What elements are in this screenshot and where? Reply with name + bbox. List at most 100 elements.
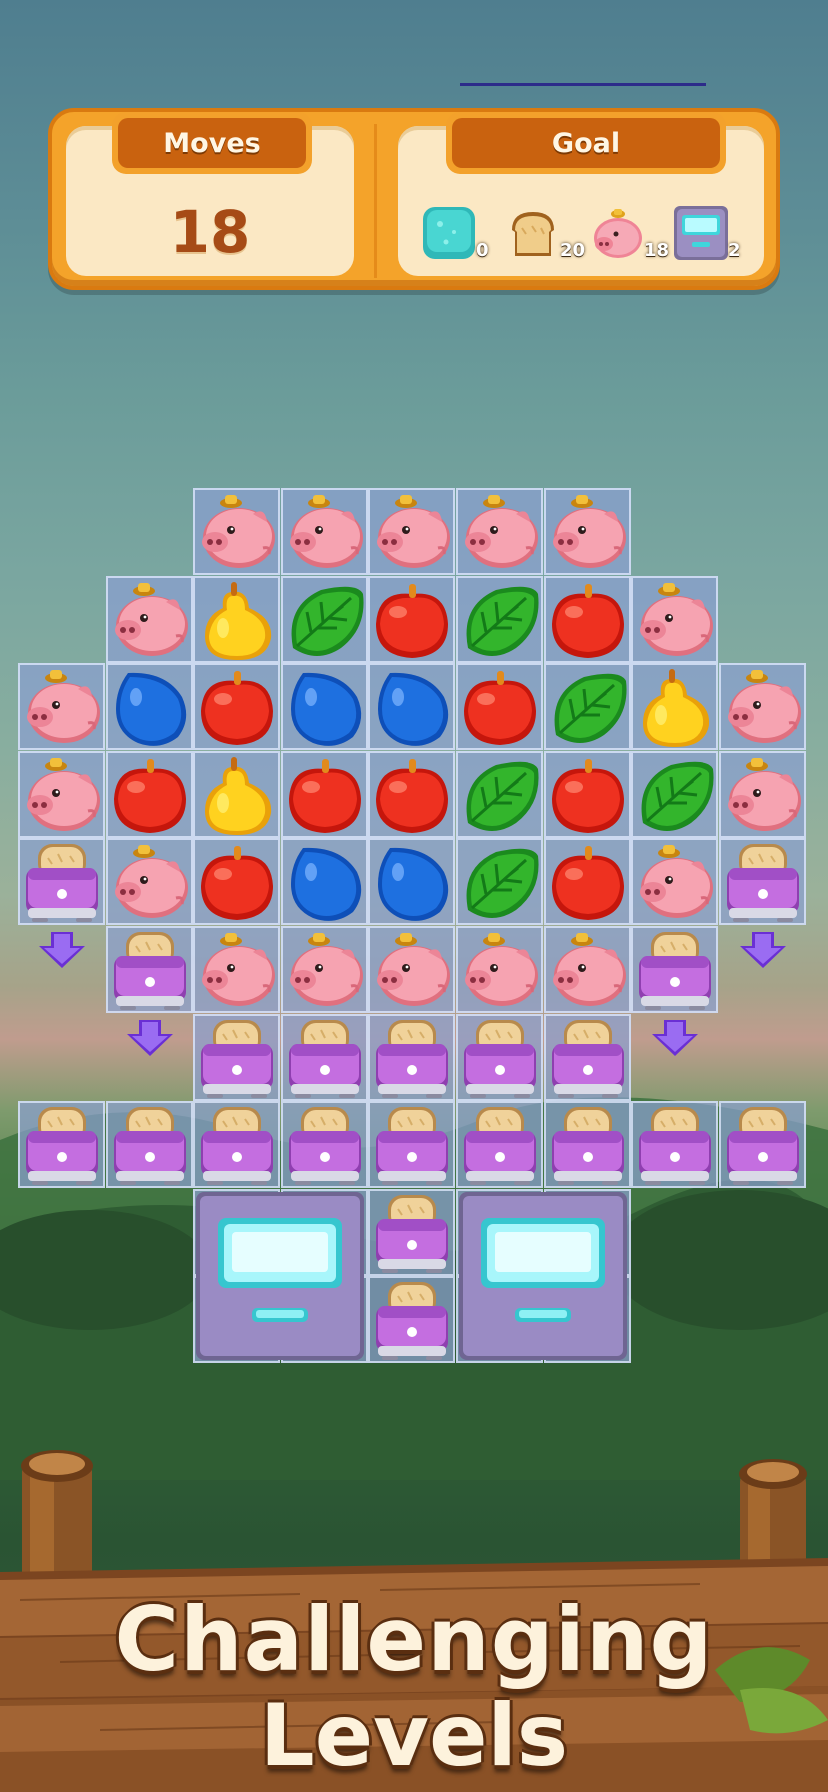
pig-tile[interactable]: [18, 663, 106, 751]
pig-tile[interactable]: [193, 488, 281, 576]
pig-icon: [552, 495, 626, 568]
apple-tile[interactable]: [193, 838, 281, 926]
toaster-tile[interactable]: [368, 1189, 456, 1277]
pig-icon: [377, 495, 451, 568]
apple-tile[interactable]: [106, 751, 194, 839]
pig-tile[interactable]: [281, 488, 369, 576]
pig-tile[interactable]: [456, 488, 544, 576]
apple-icon: [376, 758, 449, 833]
pig-icon: [114, 582, 188, 656]
drop-icon: [115, 673, 186, 747]
pig-tile[interactable]: [544, 926, 632, 1014]
pig-tile[interactable]: [368, 488, 456, 576]
toaster-tile[interactable]: [106, 1101, 194, 1189]
toaster-tile[interactable]: [193, 1014, 281, 1102]
toaster-icon: [26, 844, 98, 923]
leaf-icon: [641, 761, 714, 831]
leaf-tile[interactable]: [456, 751, 544, 839]
pig-tile[interactable]: [719, 663, 807, 751]
toaster-tile[interactable]: [281, 1101, 369, 1189]
toaster-tile[interactable]: [106, 926, 194, 1014]
toaster-tile[interactable]: [719, 1101, 807, 1189]
pear-icon: [205, 581, 272, 660]
toaster-icon: [376, 1019, 449, 1098]
pig-tile[interactable]: [544, 488, 632, 576]
toaster-tile[interactable]: [456, 1101, 544, 1189]
banner-title-line1: Challenging: [114, 1588, 714, 1691]
toaster-tile[interactable]: [281, 1014, 369, 1102]
toaster-icon: [639, 1107, 712, 1186]
toaster-icon: [464, 1019, 536, 1098]
toaster-icon: [201, 1107, 274, 1186]
leaf-tile[interactable]: [281, 576, 369, 664]
drop-tile[interactable]: [281, 838, 369, 926]
pig-tile[interactable]: [631, 576, 719, 664]
leaf-icon: [291, 586, 364, 656]
apple-icon: [551, 758, 624, 833]
pear-icon: [643, 669, 710, 748]
drop-tile[interactable]: [368, 663, 456, 751]
apple-tile[interactable]: [456, 663, 544, 751]
pig-icon: [114, 845, 188, 919]
pig-icon: [465, 495, 538, 568]
pear-tile[interactable]: [193, 576, 281, 664]
pig-tile[interactable]: [106, 576, 194, 664]
leaf-tile[interactable]: [631, 751, 719, 839]
apple-tile[interactable]: [544, 576, 632, 664]
toaster-tile[interactable]: [18, 838, 106, 926]
apple-icon: [201, 671, 274, 746]
toaster-tile[interactable]: [544, 1014, 632, 1102]
toaster-tile[interactable]: [368, 1101, 456, 1189]
apple-icon: [201, 846, 274, 921]
pig-icon: [289, 495, 363, 568]
pig-tile[interactable]: [106, 838, 194, 926]
pig-icon: [465, 933, 538, 1006]
apple-tile[interactable]: [281, 751, 369, 839]
pear-icon: [205, 756, 272, 835]
toaster-tile[interactable]: [368, 1276, 456, 1364]
apple-tile[interactable]: [368, 751, 456, 839]
leaf-tile[interactable]: [544, 663, 632, 751]
drop-icon: [290, 673, 361, 747]
drop-icon: [378, 848, 449, 922]
pig-tile[interactable]: [193, 926, 281, 1014]
toaster-tile[interactable]: [719, 838, 807, 926]
apple-tile[interactable]: [193, 663, 281, 751]
toaster-tile[interactable]: [631, 926, 719, 1014]
toaster-tile[interactable]: [193, 1101, 281, 1189]
apple-tile[interactable]: [544, 751, 632, 839]
toaster-tile[interactable]: [456, 1014, 544, 1102]
pig-icon: [27, 670, 100, 744]
toaster-icon: [26, 1107, 98, 1186]
pig-tile[interactable]: [281, 926, 369, 1014]
drop-tile[interactable]: [368, 838, 456, 926]
pig-icon: [27, 757, 100, 831]
pig-icon: [202, 495, 276, 568]
toaster-tile[interactable]: [544, 1101, 632, 1189]
pig-tile[interactable]: [719, 751, 807, 839]
leaf-icon: [466, 761, 539, 831]
pear-tile[interactable]: [193, 751, 281, 839]
leaf-tile[interactable]: [456, 576, 544, 664]
drawer-blocker[interactable]: [457, 1190, 629, 1362]
toaster-tile[interactable]: [18, 1101, 106, 1189]
banner-title-line2: Levels: [259, 1686, 569, 1786]
toaster-tile[interactable]: [631, 1101, 719, 1189]
drop-icon: [378, 673, 449, 747]
drop-tile[interactable]: [106, 663, 194, 751]
pig-tile[interactable]: [631, 838, 719, 926]
pig-icon: [552, 933, 626, 1006]
pig-tile[interactable]: [456, 926, 544, 1014]
toaster-icon: [113, 932, 186, 1010]
drop-tile[interactable]: [281, 663, 369, 751]
toaster-icon: [464, 1107, 536, 1186]
drawer-blocker[interactable]: [194, 1190, 366, 1362]
toaster-tile[interactable]: [368, 1014, 456, 1102]
pig-tile[interactable]: [368, 926, 456, 1014]
pear-tile[interactable]: [631, 663, 719, 751]
apple-tile[interactable]: [368, 576, 456, 664]
apple-tile[interactable]: [544, 838, 632, 926]
pig-tile[interactable]: [18, 751, 106, 839]
pig-icon: [640, 582, 714, 656]
leaf-tile[interactable]: [456, 838, 544, 926]
